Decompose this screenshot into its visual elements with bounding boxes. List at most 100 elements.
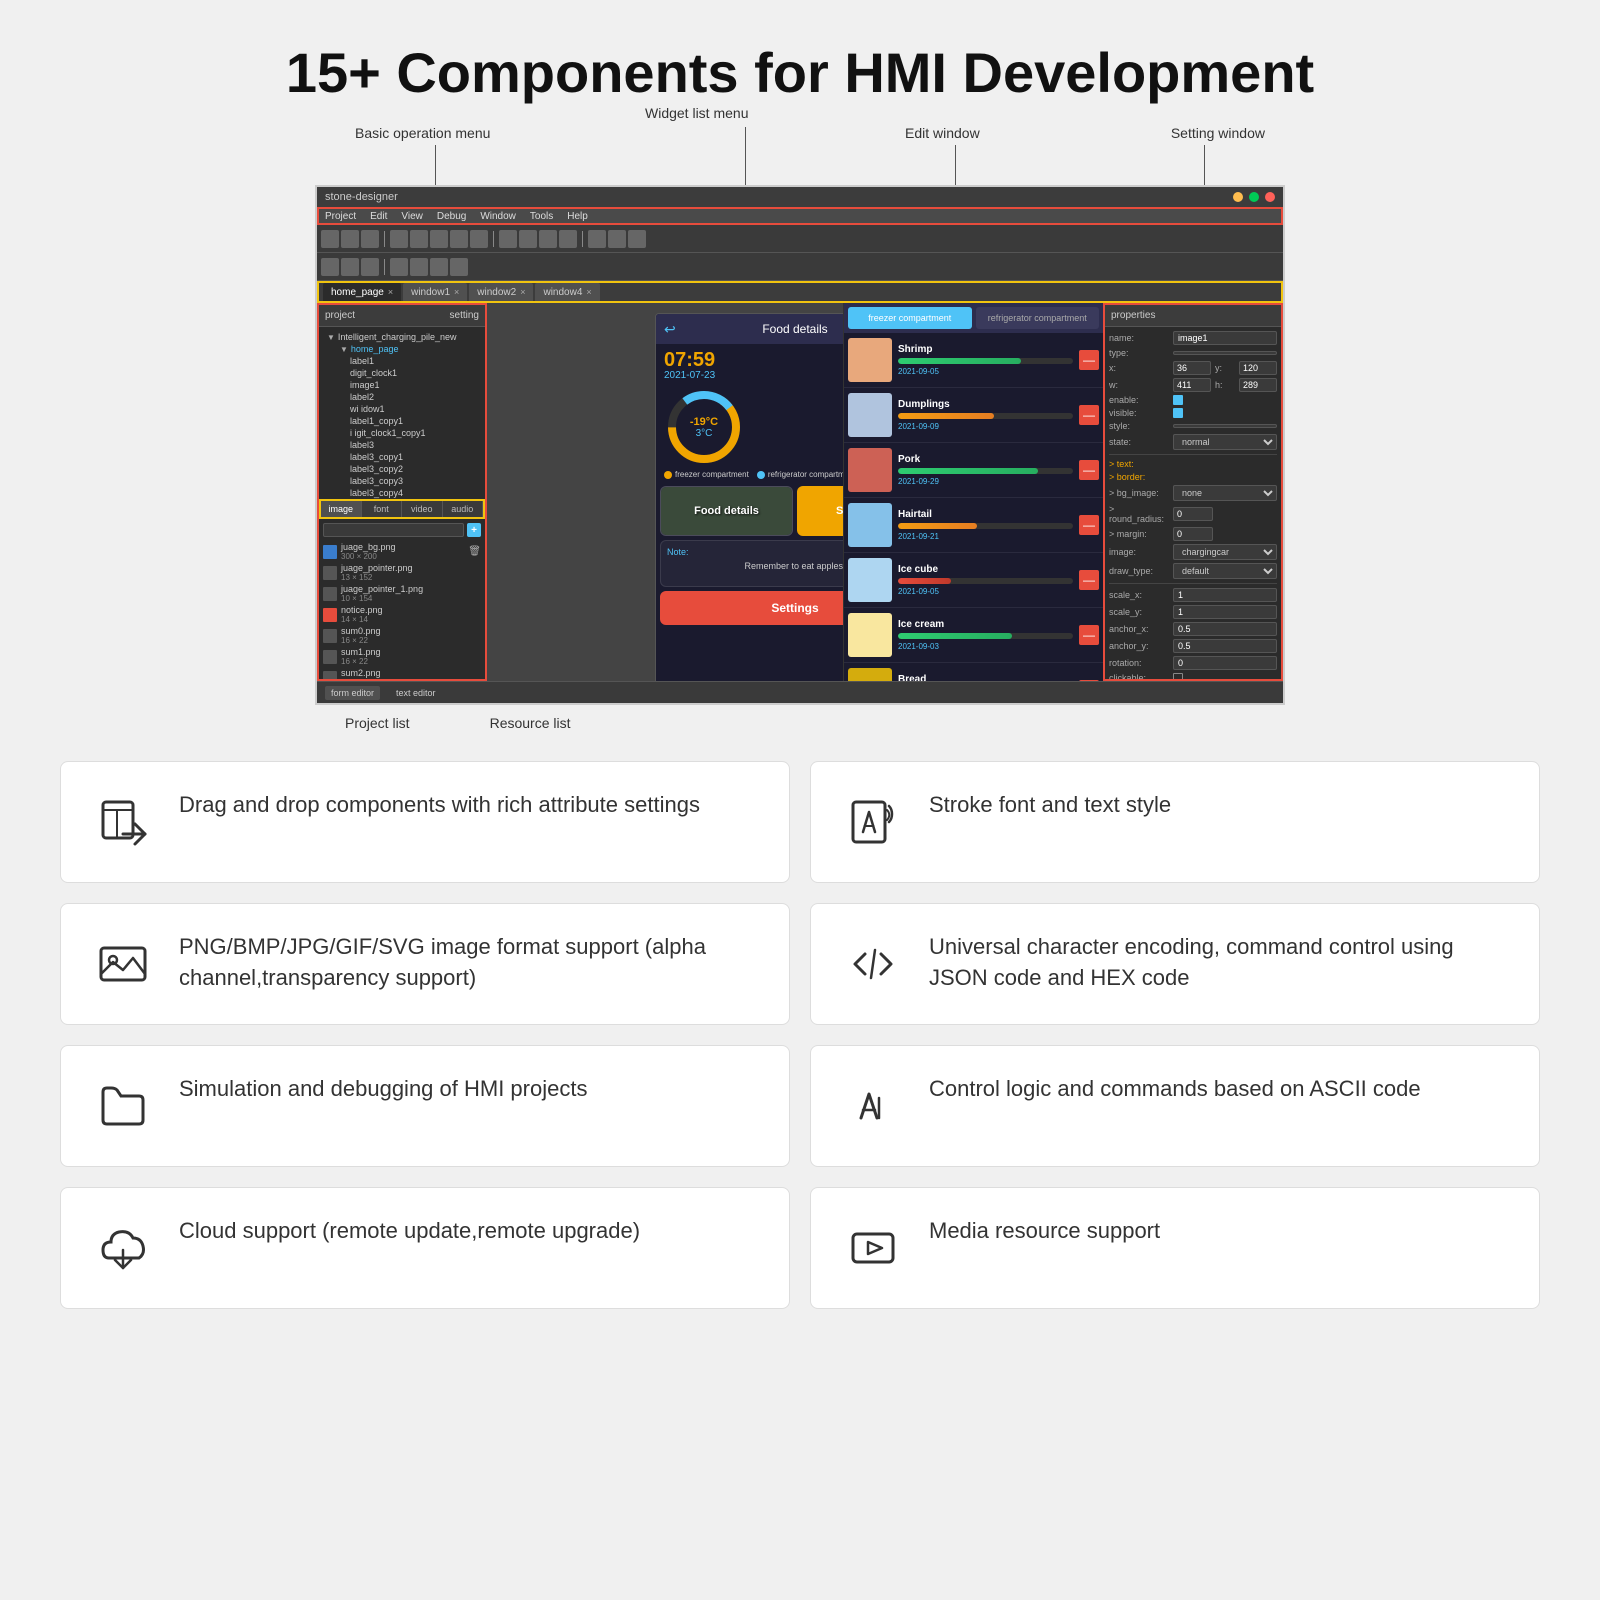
menu-edit[interactable]: Edit [370,211,387,222]
close-btn[interactable] [1265,192,1275,202]
res-search-input[interactable] [323,523,464,537]
food-info-dumplings: Dumplings 2021-09-09 [898,399,1073,431]
tb-btn-1[interactable] [321,230,339,248]
tb2-btn-2[interactable] [341,258,359,276]
tb2-btn-6[interactable] [430,258,448,276]
menu-view[interactable]: View [401,211,423,222]
res-item-sum2[interactable]: sum2.png 16 × 22 [323,667,481,679]
tree-item-label1[interactable]: label1 [323,355,481,367]
setting-h-input[interactable]: 289 [1239,378,1277,392]
tab-window1[interactable]: window1 × [403,283,467,301]
back-arrow-icon[interactable]: ↩ [664,321,676,338]
food-del-hairtail[interactable]: — [1079,515,1099,535]
food-del-ice-cream[interactable]: — [1079,625,1099,645]
setting-w-input[interactable]: 411 [1173,378,1211,392]
menu-help[interactable]: Help [567,211,588,222]
food-tab-freezer[interactable]: freezer compartment [848,307,972,329]
tb-btn-5[interactable] [410,230,428,248]
tree-item-l3c1[interactable]: label3_copy1 [323,451,481,463]
state-dropdown[interactable]: normal [1173,434,1277,450]
menu-tools[interactable]: Tools [530,211,553,222]
food-del-pork[interactable]: — [1079,460,1099,480]
food-del-shrimp[interactable]: — [1079,350,1099,370]
food-bar-ice-cream [898,633,1073,639]
tb-btn-10[interactable] [519,230,537,248]
tree-item-home[interactable]: ▼ home_page [323,343,481,355]
res-tab-font[interactable]: font [362,501,403,517]
tab-window2[interactable]: window2 × [469,283,533,301]
margin-input[interactable]: 0 [1173,527,1213,541]
tb-btn-11[interactable] [539,230,557,248]
bottom-tab-form[interactable]: form editor [325,686,380,700]
tab-window4[interactable]: window4 × [535,283,599,301]
tree-item-dc1[interactable]: i igit_clock1_copy1 [323,427,481,439]
menu-debug[interactable]: Debug [437,211,466,222]
res-item-notice[interactable]: notice.png 14 × 14 [323,604,481,625]
tb-btn-14[interactable] [608,230,626,248]
feature-text-simulation: Simulation and debugging of HMI projects [179,1074,587,1105]
tb-btn-8[interactable] [470,230,488,248]
tb2-btn-4[interactable] [390,258,408,276]
res-item-pointer1[interactable]: juage_pointer_1.png 10 × 154 [323,583,481,604]
feature-card-simulation: Simulation and debugging of HMI projects [60,1045,790,1167]
tree-item-label2[interactable]: label2 [323,391,481,403]
tab-home-page[interactable]: home_page × [323,283,401,301]
tb2-btn-5[interactable] [410,258,428,276]
tb-btn-7[interactable] [450,230,468,248]
feature-card-encoding: Universal character encoding, command co… [810,903,1540,1025]
tree-item-l3c4[interactable]: label3_copy4 [323,487,481,499]
tree-item-l3c3[interactable]: label3_copy3 [323,475,481,487]
res-tab-audio[interactable]: audio [443,501,484,517]
res-item-sum1[interactable]: sum1.png 16 × 22 [323,646,481,667]
settings-label: Settings [771,601,818,615]
minimize-btn[interactable] [1233,192,1243,202]
clickable-checkbox[interactable] [1173,673,1183,679]
food-del-bread[interactable]: — [1079,680,1099,681]
ann-project-list: Project list [345,715,410,731]
tb-btn-9[interactable] [499,230,517,248]
res-tab-image[interactable]: image [321,501,362,517]
radius-input[interactable]: 0 [1173,507,1213,521]
tb2-btn-7[interactable] [450,258,468,276]
tree-item-image[interactable]: image1 [323,379,481,391]
tb-btn-2[interactable] [341,230,359,248]
tb-btn-15[interactable] [628,230,646,248]
setting-y-input[interactable]: 120 [1239,361,1277,375]
draw-type-dropdown[interactable]: default [1173,563,1277,579]
res-item-pointer[interactable]: juage_pointer.png 13 × 152 [323,562,481,583]
visible-checkbox[interactable] [1173,408,1183,418]
enable-checkbox[interactable] [1173,395,1183,405]
tb-btn-6[interactable] [430,230,448,248]
res-item-sum0[interactable]: sum0.png 16 × 22 [323,625,481,646]
tree-item-lc1[interactable]: label1_copy1 [323,415,481,427]
tree-item-window[interactable]: wi idow1 [323,403,481,415]
tree-item-label3[interactable]: label3 [323,439,481,451]
food-del-ice-cube[interactable]: — [1079,570,1099,590]
food-del-dumplings[interactable]: — [1079,405,1099,425]
tb-btn-13[interactable] [588,230,606,248]
tb2-btn-1[interactable] [321,258,339,276]
setting-x-input[interactable]: 36 [1173,361,1211,375]
image-dropdown[interactable]: chargingcar [1173,544,1277,560]
res-item-juage-bg[interactable]: juage_bg.png 300 × 200 🗑 [323,541,481,562]
menu-window[interactable]: Window [480,211,516,222]
tree-item-l3c2[interactable]: label3_copy2 [323,463,481,475]
tb2-btn-3[interactable] [361,258,379,276]
tb-btn-12[interactable] [559,230,577,248]
bg-image-dropdown[interactable]: none [1173,485,1277,501]
food-details-btn[interactable]: Food details [660,486,793,536]
food-list-header: freezer compartment refrigerator compart… [844,303,1103,333]
tree-item-clock[interactable]: digit_clock1 [323,367,481,379]
bottom-tab-text[interactable]: text editor [390,686,442,700]
feature-text-stroke-font: Stroke font and text style [929,790,1171,821]
menu-project[interactable]: Project [325,211,356,222]
tb-btn-4[interactable] [390,230,408,248]
tb-btn-3[interactable] [361,230,379,248]
food-tab-fridge[interactable]: refrigerator compartment [976,307,1100,329]
res-tab-video[interactable]: video [402,501,443,517]
res-delete-btn[interactable]: 🗑 [468,546,481,557]
res-add-btn[interactable]: + [467,523,481,537]
tree-item-root[interactable]: ▼ Intelligent_charging_pile_new [323,331,481,343]
maximize-btn[interactable] [1249,192,1259,202]
food-time-value: 07:59 [664,350,715,370]
